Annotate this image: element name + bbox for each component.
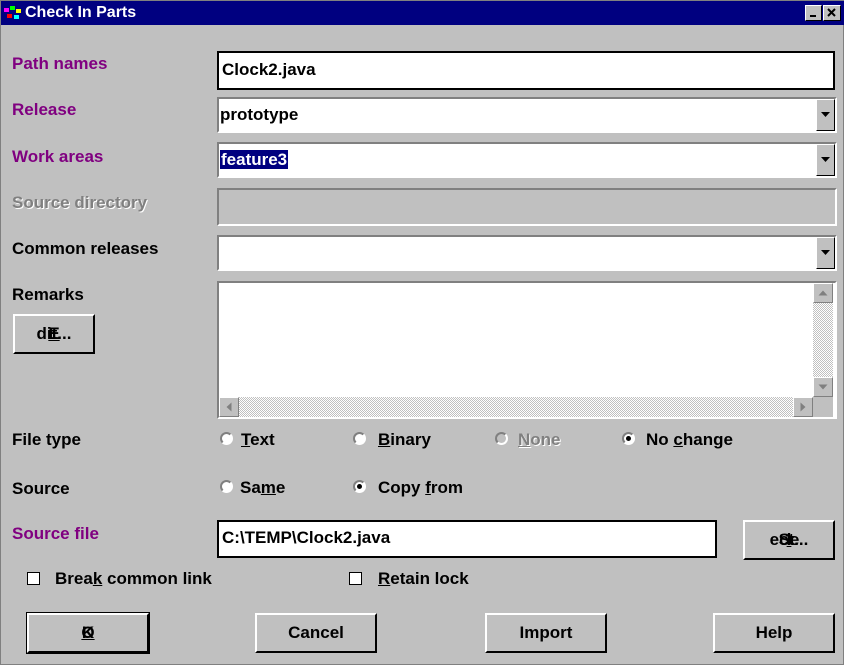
work-areas-combo[interactable]: feature3 bbox=[217, 142, 837, 178]
path-names-input[interactable]: Clock2.java bbox=[217, 51, 835, 90]
ok-button[interactable]: OK bbox=[26, 612, 150, 654]
release-value: prototype bbox=[220, 105, 299, 124]
window-title: Check In Parts bbox=[25, 4, 137, 21]
check-in-parts-dialog: Check In Parts Path names Clock2.java Re… bbox=[0, 0, 844, 665]
source-file-label: Source file bbox=[12, 524, 99, 543]
scrollbar-corner bbox=[813, 397, 833, 417]
source-file-value: C:\TEMP\Clock2.java bbox=[222, 528, 391, 547]
file-type-text-label: Text bbox=[241, 430, 275, 449]
path-names-value: Clock2.java bbox=[222, 60, 316, 79]
source-directory-input bbox=[217, 188, 837, 226]
file-type-text-radio[interactable] bbox=[220, 432, 233, 445]
cancel-button[interactable]: Cancel bbox=[255, 613, 377, 653]
break-common-link-checkbox-row[interactable]: Break common link bbox=[27, 568, 267, 590]
file-type-no-change-label: No change bbox=[646, 430, 733, 449]
arrow-left-icon bbox=[226, 402, 232, 412]
release-label: Release bbox=[12, 100, 77, 119]
close-icon bbox=[827, 8, 836, 17]
close-button[interactable] bbox=[823, 5, 841, 21]
cancel-button-label: Cancel bbox=[288, 623, 344, 642]
file-type-none-label: None bbox=[518, 430, 561, 449]
source-option-same[interactable]: Same bbox=[220, 477, 320, 499]
file-type-binary-radio[interactable] bbox=[353, 432, 366, 445]
remarks-label: Remarks bbox=[12, 285, 84, 304]
retain-lock-checkbox[interactable] bbox=[349, 572, 362, 585]
file-type-option-none: None bbox=[495, 429, 585, 451]
remarks-textarea[interactable] bbox=[217, 281, 837, 419]
file-type-option-binary[interactable]: Binary bbox=[353, 429, 463, 451]
import-button-label: Import bbox=[519, 623, 573, 642]
retain-lock-checkbox-row[interactable]: Retain lock bbox=[349, 568, 509, 590]
source-copy-from-label: Copy from bbox=[378, 478, 464, 497]
help-button-label: Help bbox=[755, 623, 793, 642]
scroll-right-button[interactable] bbox=[793, 397, 813, 417]
release-dropdown-button[interactable] bbox=[816, 99, 835, 131]
file-type-option-text[interactable]: Text bbox=[220, 429, 330, 451]
file-type-binary-label: Binary bbox=[378, 430, 431, 449]
source-directory-label: Source directory bbox=[12, 193, 148, 212]
break-common-link-label: Break common link bbox=[55, 569, 212, 588]
arrow-right-icon bbox=[800, 402, 806, 412]
path-names-label: Path names bbox=[12, 54, 108, 73]
scroll-up-button[interactable] bbox=[813, 283, 833, 303]
release-combo[interactable]: prototype bbox=[217, 97, 837, 133]
minimize-button[interactable] bbox=[805, 5, 822, 21]
arrow-down-icon bbox=[818, 384, 828, 390]
source-same-radio[interactable] bbox=[220, 480, 233, 493]
source-label: Source bbox=[12, 479, 70, 498]
file-type-no-change-radio[interactable] bbox=[622, 432, 635, 445]
common-releases-dropdown-button[interactable] bbox=[816, 237, 835, 269]
work-areas-label: Work areas bbox=[12, 147, 104, 166]
source-file-input[interactable]: C:\TEMP\Clock2.java bbox=[217, 520, 717, 558]
file-type-option-no-change[interactable]: No change bbox=[622, 429, 762, 451]
file-type-label: File type bbox=[12, 430, 81, 449]
retain-lock-label: Retain lock bbox=[378, 569, 469, 588]
source-copy-from-radio[interactable] bbox=[353, 480, 366, 493]
scroll-left-button[interactable] bbox=[219, 397, 239, 417]
help-button[interactable]: Help bbox=[713, 613, 835, 653]
remarks-horizontal-scrollbar[interactable] bbox=[219, 397, 813, 417]
common-releases-combo[interactable] bbox=[217, 235, 837, 271]
minimize-icon bbox=[810, 15, 816, 17]
scroll-down-button[interactable] bbox=[813, 377, 833, 397]
source-same-label: Same bbox=[240, 478, 286, 497]
remarks-vertical-scrollbar[interactable] bbox=[813, 283, 833, 397]
source-option-copy-from[interactable]: Copy from bbox=[353, 477, 493, 499]
work-areas-value: feature3 bbox=[220, 150, 289, 169]
chevron-down-icon bbox=[821, 250, 830, 255]
import-button[interactable]: Import bbox=[485, 613, 607, 653]
break-common-link-checkbox[interactable] bbox=[27, 572, 40, 585]
edit-button[interactable]: Edit... bbox=[13, 314, 95, 354]
select-button[interactable]: Se l ect... bbox=[743, 520, 835, 560]
chevron-down-icon bbox=[821, 157, 830, 162]
file-type-none-radio bbox=[495, 432, 508, 445]
arrow-up-icon bbox=[818, 290, 828, 296]
work-areas-dropdown-button[interactable] bbox=[816, 144, 835, 176]
title-bar[interactable]: Check In Parts bbox=[1, 1, 844, 25]
app-icon bbox=[4, 6, 21, 19]
chevron-down-icon bbox=[821, 112, 830, 117]
common-releases-label: Common releases bbox=[12, 239, 159, 258]
